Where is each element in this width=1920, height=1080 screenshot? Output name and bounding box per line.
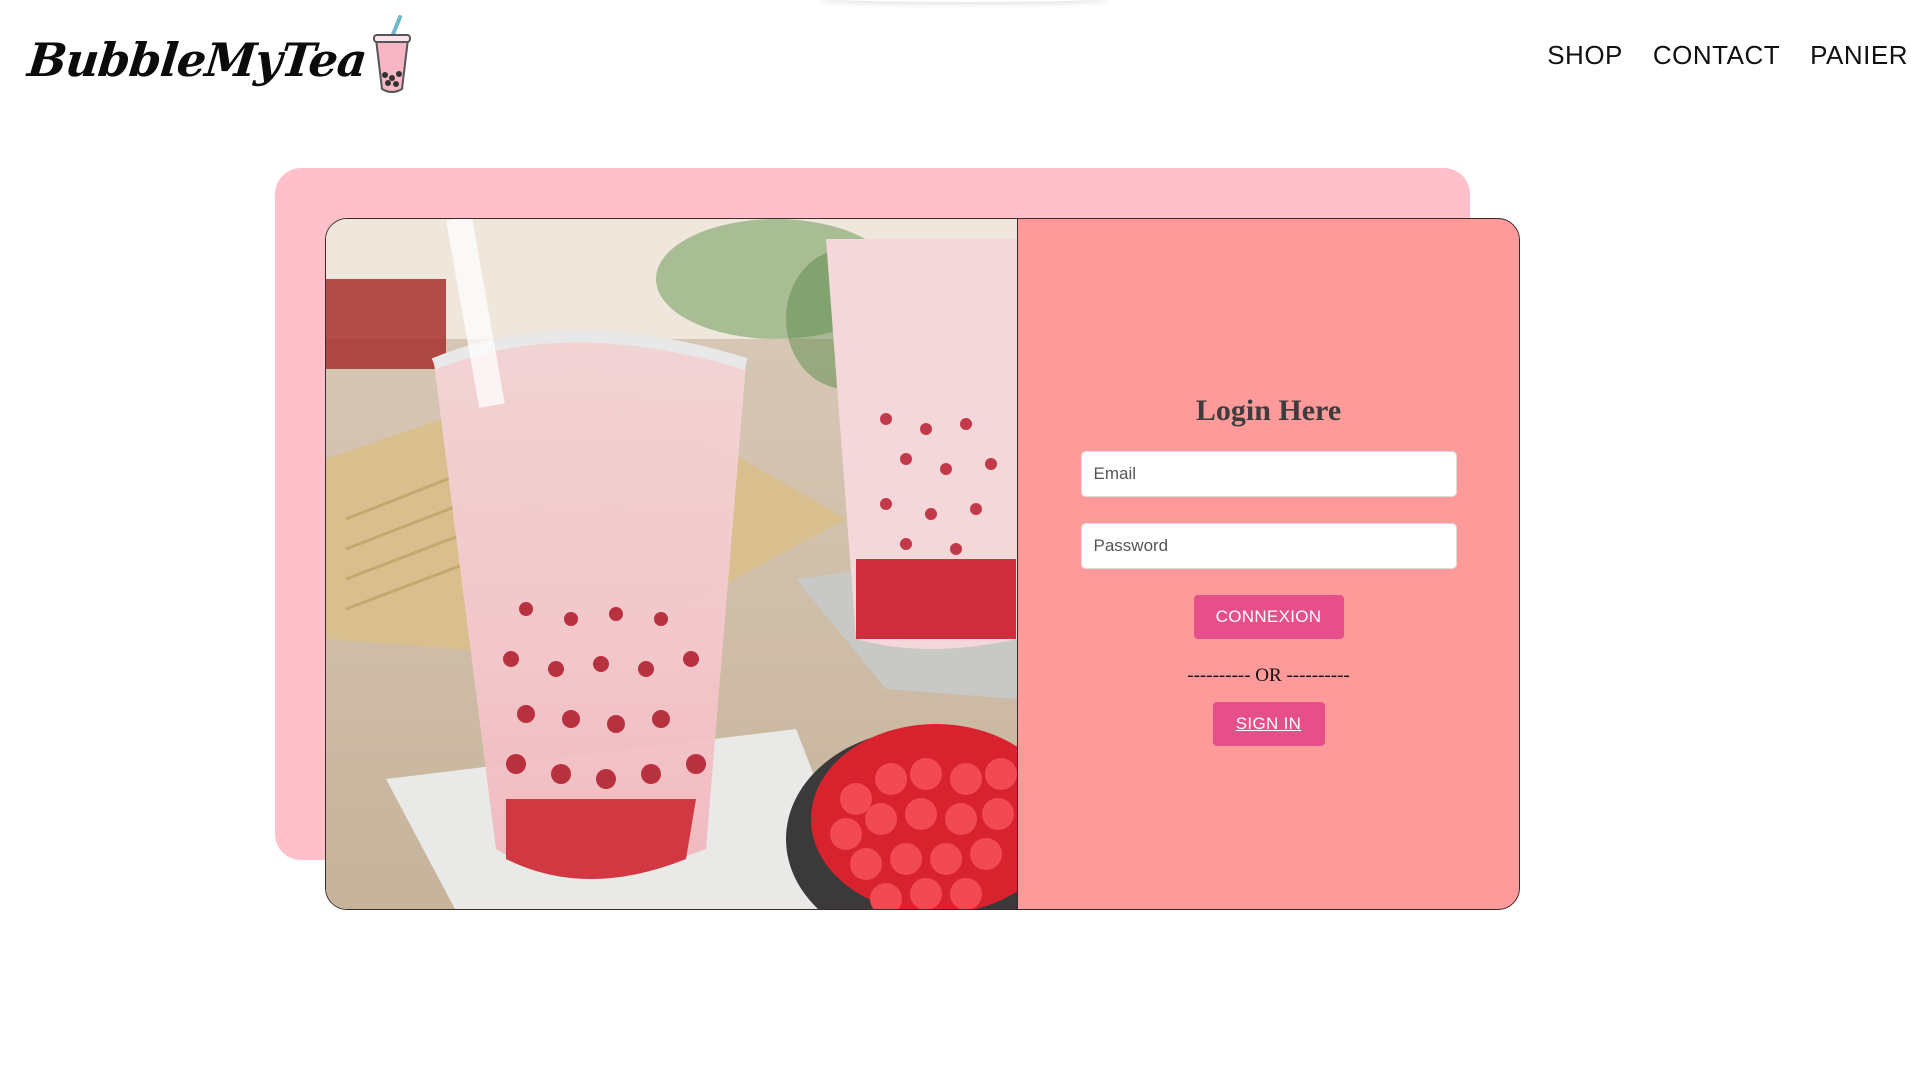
site-header: BubbleMyTea SHOP CONTACT PANIER xyxy=(0,0,1920,120)
logo-text: BubbleMyTea xyxy=(25,33,369,87)
nav-panier-link[interactable]: PANIER xyxy=(1810,40,1908,71)
nav-contact-link[interactable]: CONTACT xyxy=(1653,40,1780,71)
or-divider: ---------- OR ---------- xyxy=(1187,665,1350,686)
main-nav: SHOP CONTACT PANIER xyxy=(1547,40,1908,71)
login-form-panel: Login Here CONNEXION ---------- OR -----… xyxy=(1018,219,1519,909)
bubble-tea-photo xyxy=(326,219,1018,909)
login-card: Login Here CONNEXION ---------- OR -----… xyxy=(325,218,1520,910)
nav-shop-link[interactable]: SHOP xyxy=(1547,40,1623,71)
sign-in-button[interactable]: SIGN IN xyxy=(1212,702,1325,746)
login-title: Login Here xyxy=(1195,394,1342,427)
connexion-button[interactable]: CONNEXION xyxy=(1193,595,1344,639)
password-field[interactable] xyxy=(1080,523,1457,569)
logo[interactable]: BubbleMyTea xyxy=(25,14,414,102)
email-field[interactable] xyxy=(1080,451,1457,497)
bubble-tea-cup-icon xyxy=(370,14,414,100)
